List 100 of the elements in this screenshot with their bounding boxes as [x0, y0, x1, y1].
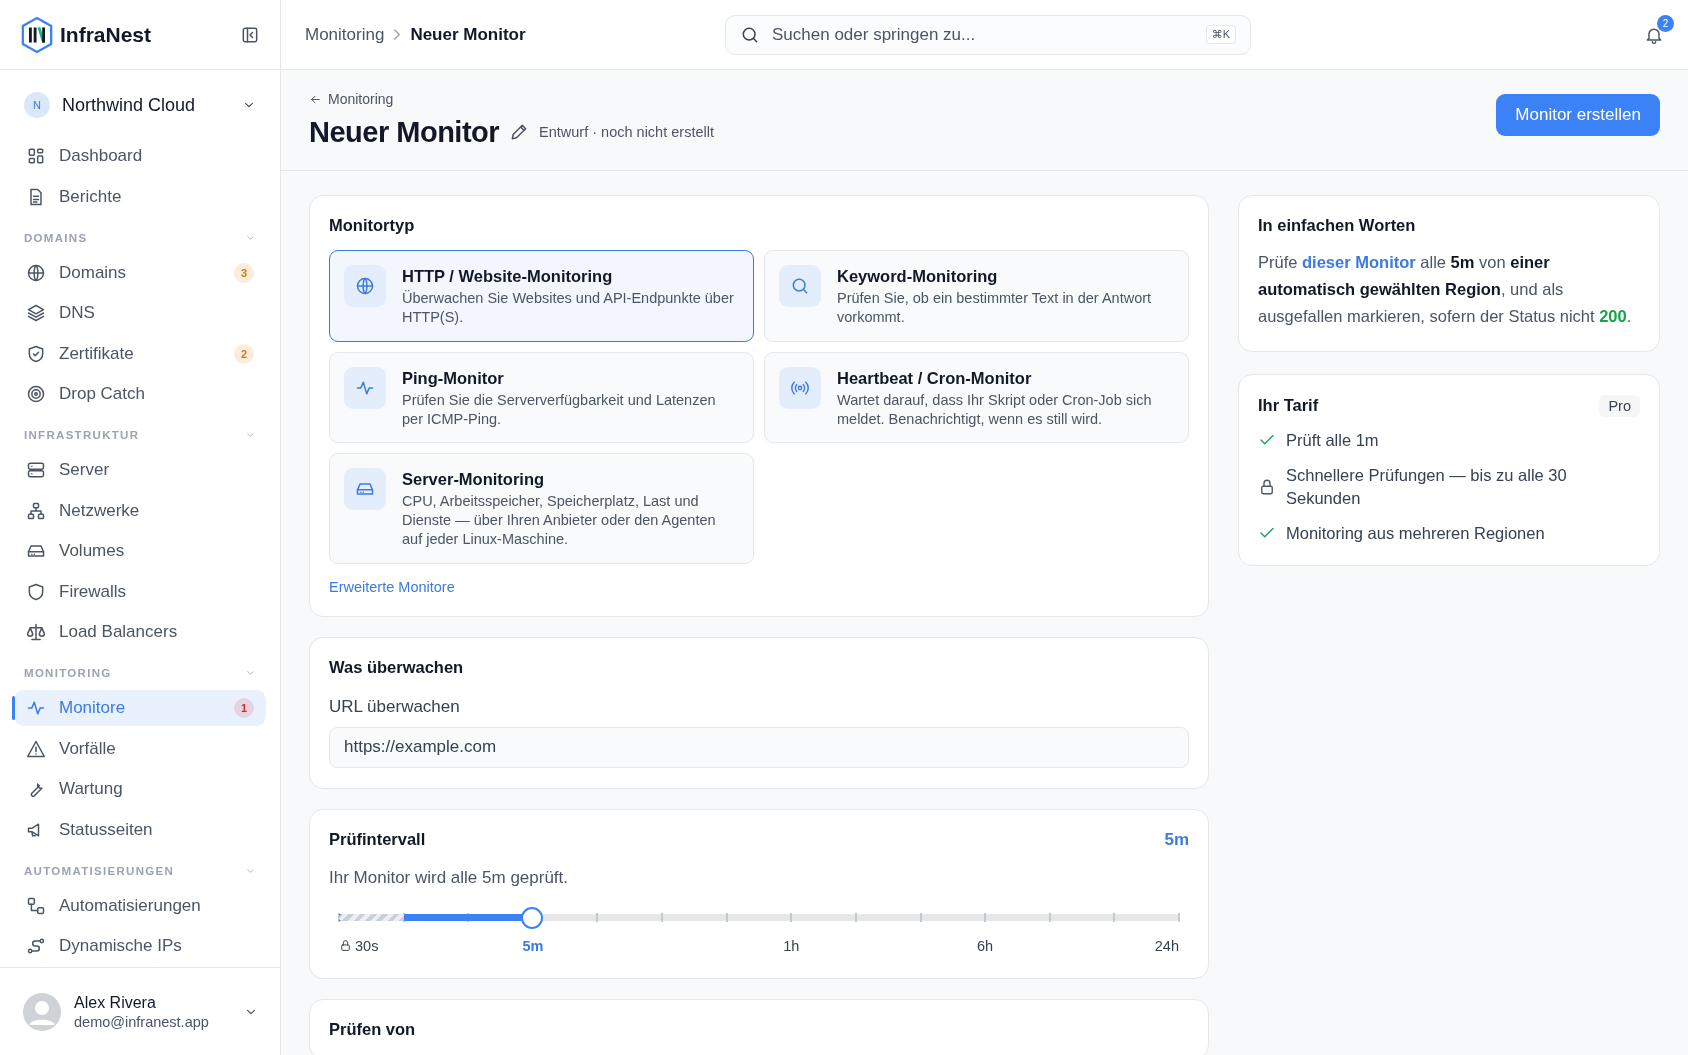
count-badge: 2	[234, 343, 254, 364]
organization-switcher[interactable]: N Northwind Cloud	[14, 86, 266, 124]
route-icon	[26, 936, 46, 956]
back-link[interactable]: Monitoring	[309, 91, 394, 108]
page-title: Neuer Monitor	[309, 115, 500, 149]
sidebar-item[interactable]: Netzwerke	[14, 492, 266, 529]
shield-icon	[26, 581, 46, 602]
slider-thumb[interactable]	[521, 906, 544, 929]
user-name: Alex Rivera	[74, 993, 157, 1012]
option-description: CPU, Arbeitsspeicher, Speicherplatz, Last und Dienste — über Ihren Anbieter oder den Agenten auf jeder Linux-Maschine.	[402, 492, 717, 549]
lock-icon	[339, 939, 352, 953]
create-monitor-button[interactable]: Monitor erstellen	[1496, 94, 1660, 136]
scale-label: 6h	[977, 937, 994, 954]
chevron-down-icon	[245, 867, 256, 874]
scale-label: 5m	[522, 937, 544, 954]
plan-badge: Pro	[1599, 394, 1640, 417]
option-title: Keyword-Monitoring	[837, 267, 999, 286]
interval-description: Ihr Monitor wird alle 5m geprüft.	[329, 867, 570, 888]
sidebar-item[interactable]: Monitore 1	[14, 690, 266, 726]
dashboard-icon	[26, 146, 46, 166]
sidebar-item[interactable]: Firewalls	[14, 573, 266, 610]
sidebar-item[interactable]: Domains 3	[14, 254, 266, 291]
sidebar-item[interactable]: Automatisierungen	[14, 887, 266, 924]
scale-label: 30s	[339, 937, 379, 954]
card-title: Ihr Tarif	[1258, 396, 1319, 416]
feature-text: Prüft alle 1m	[1286, 429, 1379, 451]
search-icon	[790, 276, 810, 296]
scale-icon	[26, 622, 46, 642]
sidebar-item[interactable]: Wartung	[14, 771, 266, 807]
monitor-type-option[interactable]: Keyword-Monitoring Prüfen Sie, ob ein bestimmter Text in der Antwort vorkommt.	[764, 250, 1189, 342]
globe-icon	[355, 276, 375, 296]
avatar-icon	[22, 991, 62, 1032]
locked-range	[339, 914, 404, 922]
chevron-down-icon	[242, 101, 256, 109]
monitor-link[interactable]: dieser Monitor	[1302, 253, 1416, 271]
section-heading: INFRASTRUKTUR	[24, 429, 140, 441]
breadcrumb-item: Neuer Monitor	[410, 24, 526, 45]
chevron-down-icon	[245, 234, 256, 241]
search-input[interactable]: Suchen oder springen zu...	[770, 23, 1196, 46]
sidebar-item[interactable]: Statusseiten	[14, 811, 266, 848]
monitor-type-option[interactable]: Ping-Monitor Prüfen Sie die Serververfügbarkeit und Latenzen per ICMP-Ping.	[329, 351, 754, 444]
section-heading: DOMAINS	[24, 231, 88, 244]
feature-text: Monitoring aus mehreren Regionen	[1286, 522, 1545, 544]
interval-value: 5m	[1164, 829, 1189, 850]
pulse-icon	[26, 698, 46, 718]
globe-icon	[26, 262, 46, 283]
breadcrumb-item[interactable]: Monitoring	[305, 24, 385, 45]
notifications-button[interactable]: 2	[1634, 14, 1674, 55]
option-description: Prüfen Sie, ob ein bestimmter Text in der Antwort vorkommt.	[837, 289, 1153, 327]
card-title: In einfachen Worten	[1258, 216, 1417, 235]
user-menu[interactable]: Alex Rivera demo@infranest.app	[0, 967, 280, 1055]
option-title: Heartbeat / Cron-Monitor	[837, 368, 1033, 388]
option-description: Wartet darauf, dass Ihr Skript oder Cron-Job sich meldet. Benachrichtigt, wenn es still wird.	[837, 390, 1153, 429]
card-title: Monitortyp	[329, 216, 416, 235]
chevron-down-icon	[244, 1007, 258, 1016]
sidebar-item[interactable]: Load Balancers	[14, 614, 266, 650]
card-title: Was überwachen	[329, 657, 465, 677]
sidebar-item[interactable]: Drop Catch	[14, 376, 266, 412]
monitor-type-option[interactable]: Server-Monitoring CPU, Arbeitsspeicher, Speicherplatz, Last und Dienste — über Ihren Anbieter oder den Agenten auf jeder Linux-Maschine.	[329, 453, 754, 564]
section-heading: AUTOMATISIERUNGEN	[24, 864, 175, 877]
sidebar-item[interactable]: Zertifikate 2	[14, 335, 266, 372]
logo-icon	[20, 15, 54, 54]
shortcut-hint: ⌘K	[1205, 25, 1236, 44]
card-title: Prüfen von	[329, 1019, 417, 1039]
warning-icon	[26, 738, 46, 759]
option-title: Ping-Monitor	[402, 368, 505, 388]
scale-label: 1h	[783, 937, 800, 954]
option-title: HTTP / Website-Monitoring	[402, 267, 614, 286]
flow-icon	[26, 895, 46, 916]
status-text: Entwurf · noch nicht erstellt	[539, 124, 714, 141]
sidebar-item[interactable]: Vorfälle	[14, 730, 266, 767]
monitor-type-option[interactable]: Heartbeat / Cron-Monitor Wartet darauf, dass Ihr Skript oder Cron-Job sich meldet. Benachrichtigt, wenn es still wird.	[764, 351, 1189, 444]
field-label: URL überwachen	[329, 696, 461, 717]
notification-badge: 2	[1657, 14, 1674, 32]
organization-avatar: N	[24, 92, 50, 118]
network-icon	[26, 500, 46, 521]
sidebar-item[interactable]: Berichte	[14, 178, 266, 215]
sidebar-item[interactable]: Dashboard	[14, 138, 266, 174]
scale-label: 24h	[1154, 937, 1179, 954]
advanced-monitors-link[interactable]: Erweiterte Monitore	[329, 578, 455, 595]
sidebar-item[interactable]: DNS	[14, 295, 266, 331]
summary-text: Prüfe dieser Monitor alle 5m von einer automatisch gewählten Region, und als ausgefallen markieren, sofern der Status nicht 200.	[1258, 252, 1633, 328]
option-description: Überwachen Sie Websites und API-Endpunkte über HTTP(S).	[402, 289, 735, 327]
sidebar-item[interactable]: Volumes	[14, 533, 266, 569]
interval-slider[interactable]	[339, 905, 1179, 930]
sidebar-item[interactable]: Dynamische IPs	[14, 928, 266, 964]
option-description: Prüfen Sie die Serververfügbarkeit und Latenzen per ICMP-Ping.	[402, 390, 717, 429]
chevron-right-icon	[394, 29, 401, 40]
user-email: demo@infranest.app	[74, 1013, 210, 1030]
card-title: Prüfintervall	[329, 830, 426, 850]
chevron-down-icon	[245, 432, 256, 438]
layers-icon	[26, 303, 46, 323]
sidebar-item[interactable]: Server	[14, 452, 266, 488]
option-title: Server-Monitoring	[402, 470, 546, 490]
section-heading: MONITORING	[24, 667, 112, 679]
monitor-type-option[interactable]: HTTP / Website-Monitoring Überwachen Sie Websites und API-Endpunkte über HTTP(S).	[329, 250, 754, 342]
search-field[interactable]: Suchen oder springen zu... ⌘K	[725, 14, 1251, 55]
shield-check-icon	[26, 343, 46, 364]
chevron-down-icon	[245, 670, 256, 676]
url-input-field[interactable]: https://example.com	[329, 726, 1189, 768]
